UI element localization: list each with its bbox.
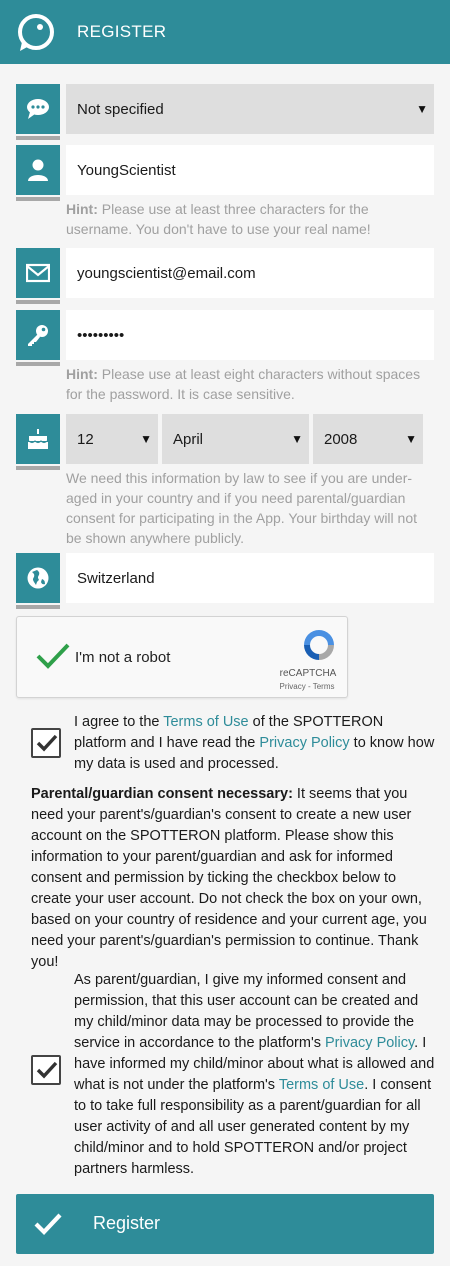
terms-text-1: I agree to the — [74, 714, 164, 730]
chevron-down-icon: ▼ — [291, 432, 303, 446]
password-value: ••••••••• — [77, 326, 125, 344]
password-icon-box — [16, 310, 60, 366]
terms-of-use-link-2[interactable]: Terms of Use — [279, 1077, 364, 1093]
spotteron-logo-icon[interactable] — [16, 12, 56, 52]
username-input[interactable]: YoungScientist — [66, 145, 434, 195]
password-hint: Hint: Please use at least eight characte… — [66, 364, 436, 404]
gender-icon-box — [16, 84, 60, 140]
notice-text: It seems that you need your parent's/gua… — [31, 786, 427, 970]
password-input[interactable]: ••••••••• — [66, 310, 434, 360]
register-button-label: Register — [93, 1213, 161, 1233]
gender-select[interactable]: Not specified ▼ — [66, 84, 434, 134]
username-hint-label: Hint: — [66, 201, 98, 217]
globe-icon — [27, 567, 49, 589]
recaptcha-logo-icon — [304, 630, 334, 660]
chevron-down-icon: ▼ — [405, 432, 417, 446]
recaptcha-widget[interactable]: I'm not a robot reCAPTCHA Privacy - Term… — [16, 616, 348, 698]
email-input[interactable]: youngscientist@email.com — [66, 248, 434, 298]
username-value: YoungScientist — [77, 161, 176, 179]
cake-icon — [28, 429, 48, 449]
terms-of-use-link[interactable]: Terms of Use — [163, 714, 248, 730]
birthday-icon-box — [16, 414, 60, 470]
notice-title: Parental/guardian consent necessary: — [31, 786, 293, 802]
country-value: Switzerland — [77, 569, 155, 587]
birthday-row: 12 ▼ April ▼ 2008 ▼ — [16, 414, 434, 470]
terms-checkbox[interactable] — [31, 728, 61, 758]
checkmark-icon[interactable] — [35, 641, 71, 671]
envelope-icon — [26, 263, 50, 283]
birthday-hint: We need this information by law to see i… — [66, 470, 417, 546]
user-icon — [28, 159, 48, 181]
username-row: YoungScientist — [16, 145, 434, 201]
privacy-policy-link-2[interactable]: Privacy Policy — [325, 1035, 414, 1051]
terms-text: I agree to the Terms of Use of the SPOTT… — [74, 712, 436, 775]
username-hint: Hint: Please use at least three characte… — [66, 199, 436, 239]
gender-row: Not specified ▼ — [16, 84, 434, 140]
birthday-month-select[interactable]: April ▼ — [162, 414, 309, 464]
recaptcha-brand: reCAPTCHA — [279, 668, 337, 679]
birthday-year-select[interactable]: 2008 ▼ — [313, 414, 423, 464]
chevron-down-icon: ▼ — [416, 102, 428, 116]
password-hint-text: Please use at least eight characters wit… — [66, 366, 421, 402]
gender-value: Not specified — [77, 100, 164, 118]
country-icon-box — [16, 553, 60, 609]
checkmark-icon — [36, 734, 58, 752]
recaptcha-links[interactable]: Privacy - Terms — [267, 682, 347, 691]
username-hint-text: Please use at least three characters for… — [66, 201, 371, 237]
recaptcha-label: I'm not a robot — [75, 649, 171, 666]
page-title: REGISTER — [77, 22, 167, 41]
country-input[interactable]: Switzerland — [66, 553, 434, 603]
email-icon-box — [16, 248, 60, 304]
chevron-down-icon: ▼ — [140, 432, 152, 446]
password-row: ••••••••• — [16, 310, 434, 366]
country-row: Switzerland — [16, 553, 434, 609]
parental-consent-text: As parent/guardian, I give my informed c… — [74, 970, 436, 1180]
birthday-day-select[interactable]: 12 ▼ — [66, 414, 158, 464]
parental-consent-notice: Parental/guardian consent necessary: It … — [31, 784, 436, 973]
privacy-policy-link[interactable]: Privacy Policy — [259, 735, 349, 751]
register-button[interactable]: Register — [16, 1194, 434, 1254]
username-icon-box — [16, 145, 60, 201]
email-value: youngscientist@email.com — [77, 264, 256, 282]
birthday-day-value: 12 — [77, 430, 94, 448]
checkmark-icon — [34, 1213, 62, 1236]
birthday-month-value: April — [173, 430, 204, 448]
checkmark-icon — [36, 1061, 58, 1079]
email-row: youngscientist@email.com — [16, 248, 434, 304]
app-header: REGISTER — [0, 0, 450, 64]
birthday-year-value: 2008 — [324, 430, 358, 448]
key-icon — [28, 325, 48, 346]
parental-consent-checkbox[interactable] — [31, 1055, 61, 1085]
password-hint-label: Hint: — [66, 366, 98, 382]
speech-bubble-icon — [27, 99, 49, 119]
